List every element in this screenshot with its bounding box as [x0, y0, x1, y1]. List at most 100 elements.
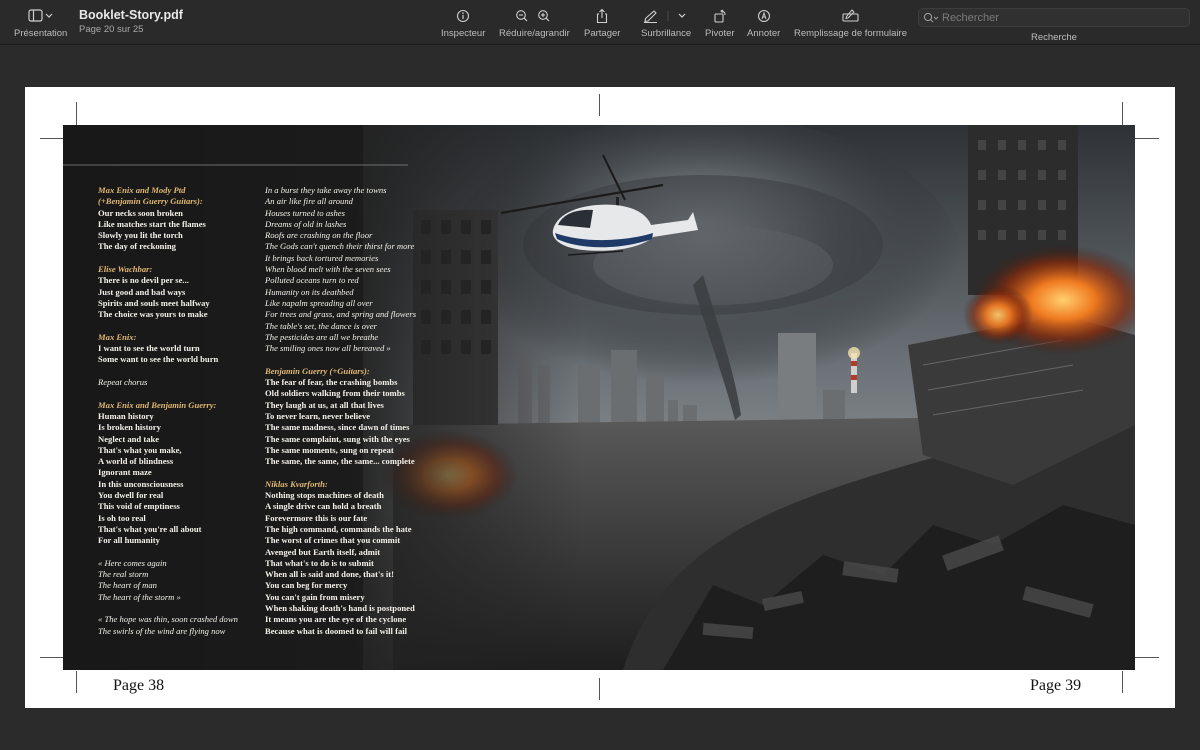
lyrics-speaker: Max Enix:: [98, 331, 137, 342]
inspector-button[interactable]: Inspecteur: [441, 7, 485, 39]
lyrics-column-left: Max Enix and Mody Ptd (+Benjamin Guerry G…: [98, 185, 268, 637]
annotate-button[interactable]: Annoter: [747, 7, 780, 39]
highlight-button[interactable]: Surbrillance: [641, 7, 691, 39]
rotate-icon: [713, 7, 727, 25]
sidebar-icon: [28, 7, 54, 25]
lyrics-line: For all humanity: [98, 535, 160, 546]
lyrics-line: Spirits and souls meet halfway: [98, 297, 210, 308]
lyrics-line: When shaking death's hand is postponed: [265, 602, 415, 613]
form-fill-button[interactable]: Remplissage de formulaire: [794, 7, 907, 39]
lyrics-line: Slowly you lit the torch: [98, 230, 183, 241]
lyrics-gap: [98, 547, 268, 558]
lyrics-line: Dreams of old in lashes: [265, 218, 347, 229]
document-title: Booklet-Story.pdf: [79, 8, 183, 22]
lyrics-line: In a burst they take away the towns: [265, 185, 387, 195]
lyrics-line: The swirls of the wind are flying now: [98, 625, 226, 636]
lyrics-line: You dwell for real: [98, 490, 164, 501]
page-number-right: Page 39: [1030, 677, 1082, 694]
share-button[interactable]: Partager: [584, 7, 620, 39]
lyrics-line: The fear of fear, the crashing bombs: [265, 377, 398, 388]
rotate-button[interactable]: Pivoter: [705, 7, 735, 39]
crop-mark: [40, 657, 64, 658]
lyrics-line: The worst of crimes that you commit: [265, 535, 401, 546]
lyrics-line: The day of reckoning: [98, 241, 176, 252]
lyrics-line: Just good and bad ways: [98, 286, 186, 297]
lyrics-line: Nothing stops machines of death: [265, 490, 384, 501]
lyrics-line: Human history: [98, 410, 154, 421]
lyrics-line: It brings back tortured memories: [265, 252, 379, 263]
crop-mark: [76, 102, 77, 126]
lyrics-line: That's what you make,: [98, 444, 182, 455]
crop-mark: [599, 678, 600, 700]
lyrics-gap: [265, 467, 445, 478]
info-icon: [456, 7, 470, 25]
lyrics-line: To never learn, never believe: [265, 410, 371, 421]
crop-mark: [40, 138, 64, 139]
lyrics-line: You can beg for mercy: [265, 580, 348, 591]
lyrics-gap: [98, 366, 268, 377]
lyrics-line: The high command, commands the hate: [265, 523, 412, 534]
lyrics-line: Avenged but Earth itself, admit: [265, 546, 381, 557]
lyrics-line: This void of emptiness: [98, 501, 180, 512]
lyrics-speaker: Max Enix and Mody Ptd: [98, 185, 186, 195]
lyrics-line: Humanity on its deathbed: [265, 286, 354, 297]
search-icon: [919, 12, 939, 24]
booklet-artwork: Max Enix and Mody Ptd (+Benjamin Guerry G…: [63, 125, 1135, 670]
form-fill-label: Remplissage de formulaire: [794, 28, 907, 39]
lyrics-line: Old soldiers walking from their tombs: [265, 388, 405, 399]
highlight-label: Surbrillance: [641, 28, 692, 39]
lyrics-line: The table's set, the dance is over: [265, 320, 377, 331]
lyrics-line: The real storm: [98, 569, 149, 580]
zoom-icon: [515, 7, 553, 25]
lyrics-line: The same, the same, the same... complete: [265, 456, 415, 467]
lyrics-line: You can't gain from misery: [265, 591, 365, 602]
lyrics-line: « Here comes again: [98, 557, 167, 568]
lyrics-gap: [98, 253, 268, 264]
lyrics-line: Polluted oceans turn to red: [265, 275, 359, 286]
lyrics-line: They laugh at us, at all that lives: [265, 399, 384, 410]
lyrics-line: When blood melt with the seven sees: [265, 264, 391, 275]
crop-mark: [1135, 138, 1159, 139]
highlight-icon: [642, 7, 690, 25]
page-indicator: Page 20 sur 25: [79, 24, 144, 35]
lyrics-line: « The hope was thin, soon crashed down: [98, 614, 238, 625]
lyrics-line: An air like fire all around: [265, 196, 353, 207]
lyrics-line: Because what is doomed to fail will fail: [265, 625, 408, 636]
view-button[interactable]: Présentation: [14, 7, 67, 39]
lyrics-speaker: Elise Wachbar:: [98, 264, 153, 275]
lyrics-column-right: In a burst they take away the towns An ai…: [265, 185, 445, 637]
form-fill-icon: [841, 7, 860, 25]
lyrics-line: A world of blindness: [98, 456, 174, 467]
lyrics-line: The smiling ones now all bereaved »: [265, 343, 391, 354]
share-icon: [595, 7, 609, 25]
crop-mark: [1135, 657, 1159, 658]
lyrics-line: A single drive can hold a breath: [265, 501, 382, 512]
lyrics-line: Ignorant maze: [98, 467, 152, 478]
lyrics-line: Some want to see the world burn: [98, 354, 219, 365]
lyrics-line: Repeat chorus: [98, 377, 148, 388]
lyrics-line: The choice was yours to make: [98, 309, 208, 320]
lyrics-line: It means you are the eye of the cyclone: [265, 614, 407, 625]
lyrics-line: The pesticides are all we breathe: [265, 331, 379, 342]
lyrics-line: Is broken history: [98, 422, 161, 433]
crop-mark: [1122, 102, 1123, 126]
lyrics-line: Like matches start the flames: [98, 218, 206, 229]
search-field[interactable]: [918, 8, 1190, 27]
lyrics-line: Like napalm spreading all over: [265, 297, 373, 308]
lyrics-line: I want to see the world turn: [98, 343, 200, 354]
lyrics-line: The heart of the storm »: [98, 591, 181, 602]
lyrics-speaker: Max Enix and Benjamin Guerry:: [98, 399, 217, 410]
lyrics-speaker: Niklas Kvarforth:: [265, 478, 328, 489]
lyrics-line: The Gods can't quench their thirst for m…: [265, 241, 415, 252]
page-number-left: Page 38: [113, 677, 165, 694]
lyrics-line: The same madness, since dawn of times: [265, 422, 410, 433]
toolbar: Présentation Booklet-Story.pdf Page 20 s…: [0, 0, 1200, 45]
lyrics-line: Neglect and take: [98, 433, 160, 444]
search-input[interactable]: [939, 11, 1162, 24]
inspector-label: Inspecteur: [441, 28, 486, 39]
crop-mark: [1122, 671, 1123, 693]
zoom-button[interactable]: Réduire/agrandir: [499, 7, 570, 39]
lyrics-line: In this unconsciousness: [98, 478, 184, 489]
lyrics-line: That what's to do is to submit: [265, 557, 374, 568]
lyrics-line: Roofs are crashing on the floor: [265, 230, 373, 241]
